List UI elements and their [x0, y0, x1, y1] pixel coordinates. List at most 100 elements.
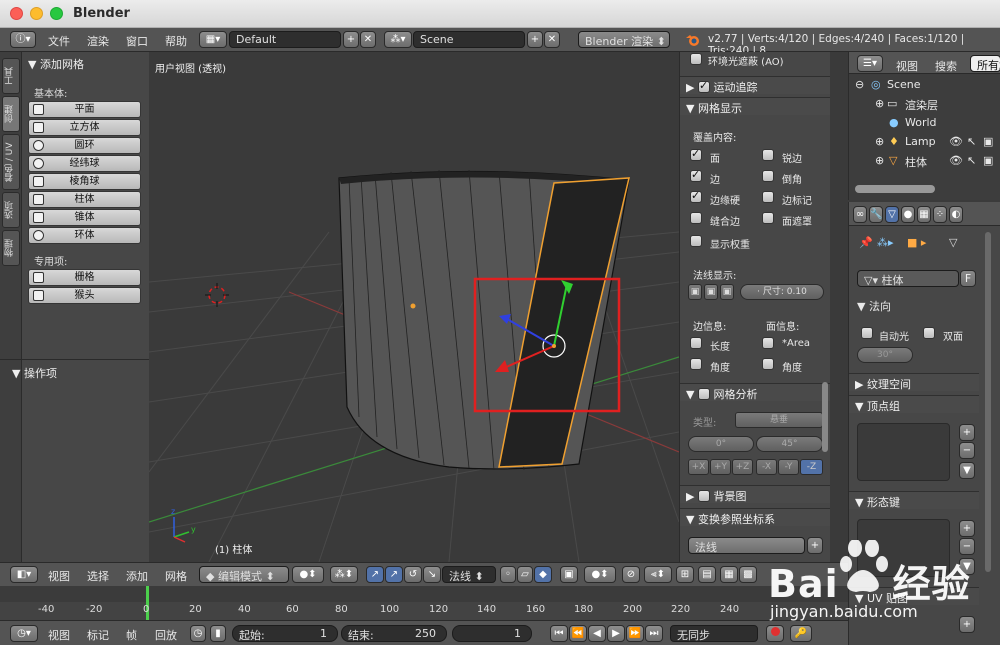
- face-angle-checkbox[interactable]: [762, 358, 774, 370]
- time-stretch-icon[interactable]: ▮: [210, 625, 226, 642]
- texture-space-header[interactable]: ▶ 纹理空间: [849, 373, 979, 391]
- sync-mode-select[interactable]: 无同步: [670, 625, 758, 642]
- render-preview-icon[interactable]: ▤: [698, 566, 716, 583]
- mesh-datablock-field[interactable]: ▽▾ 柱体: [857, 270, 959, 287]
- mesh-analysis-header[interactable]: ▼ 网格分析: [680, 383, 831, 401]
- transform-orientation-select[interactable]: 法线 ⬍: [442, 566, 496, 583]
- axis-plus-z-button[interactable]: +Z: [732, 459, 753, 475]
- add-mesh-panel-header[interactable]: ▼ 添加网格: [22, 54, 149, 72]
- select-cursor-icon[interactable]: ↖: [967, 135, 976, 148]
- background-images-checkbox[interactable]: [697, 490, 710, 502]
- add-monkey-button[interactable]: 猴头: [28, 287, 141, 304]
- vertex-group-menu-icon[interactable]: ▼: [959, 462, 975, 479]
- mode-select[interactable]: ◆ 编辑模式 ⬍: [199, 566, 289, 583]
- opengl-anim-icon[interactable]: ▩: [739, 566, 757, 583]
- viewport-shading-icon[interactable]: ●⬍: [292, 566, 324, 583]
- vertex-normals-icon[interactable]: ▣: [688, 284, 702, 300]
- opengl-render-icon[interactable]: ▦: [720, 566, 738, 583]
- outliner-row-renderlayers[interactable]: ⊕ ▭ 渲染层: [849, 97, 1000, 116]
- outliner-menu-view[interactable]: 视图: [896, 58, 918, 74]
- add-cylinder-button[interactable]: 柱体: [28, 191, 141, 208]
- select-cursor-icon[interactable]: ↖: [967, 154, 976, 167]
- overlay-seams-checkbox[interactable]: [690, 212, 702, 224]
- remove-layout-icon[interactable]: ✕: [360, 31, 376, 48]
- add-uv-sphere-button[interactable]: 经纬球: [28, 155, 141, 172]
- transform-orientation-header[interactable]: ▼ 变换参照坐标系: [680, 508, 831, 526]
- fake-user-button[interactable]: F: [960, 270, 976, 287]
- tab-create[interactable]: 创建: [2, 96, 20, 132]
- outliner-row-world[interactable]: ● World: [849, 116, 1000, 135]
- auto-smooth-checkbox[interactable]: [861, 327, 873, 339]
- tl-menu-marker[interactable]: 标记: [87, 627, 109, 643]
- outliner-scrollbar[interactable]: [855, 185, 935, 193]
- outliner-filter-select[interactable]: 所有场: [970, 55, 1000, 72]
- translate-manipulator-icon[interactable]: ↗: [385, 566, 403, 583]
- menu-render[interactable]: 渲染: [87, 33, 109, 49]
- scene-icon[interactable]: ⁂▾: [384, 31, 412, 48]
- add-torus-button[interactable]: 环体: [28, 227, 141, 244]
- outliner-row-lamp[interactable]: ⊕ ♦ Lamp 👁 ↖ ▣: [849, 135, 1000, 154]
- mesh-display-header[interactable]: ▼ 网格显示: [680, 97, 831, 115]
- face-select-icon[interactable]: ◆: [534, 566, 552, 583]
- material-tab-icon[interactable]: ●: [901, 206, 915, 223]
- overlay-faces-checkbox[interactable]: [690, 147, 702, 161]
- jump-keyframe-forward-icon[interactable]: ⏩: [626, 625, 644, 642]
- properties-editor-scrollbar[interactable]: [985, 232, 991, 572]
- add-circle-button[interactable]: 圆环: [28, 137, 141, 154]
- physics-tab-icon[interactable]: ◐: [949, 206, 963, 223]
- scene-name-field[interactable]: Scene: [413, 31, 525, 48]
- add-ico-sphere-button[interactable]: 棱角球: [28, 173, 141, 190]
- edge-length-checkbox[interactable]: [690, 337, 702, 349]
- visibility-eye-icon[interactable]: 👁: [949, 154, 963, 167]
- outliner-menu-search[interactable]: 搜索: [935, 58, 957, 74]
- vertex-select-icon[interactable]: ◦: [500, 566, 516, 583]
- tab-physics[interactable]: 物理: [2, 230, 20, 266]
- jump-keyframe-back-icon[interactable]: ⏪: [569, 625, 587, 642]
- add-cube-button[interactable]: 立方体: [28, 119, 141, 136]
- remove-vertex-group-icon[interactable]: −: [959, 442, 975, 459]
- menu-window[interactable]: 窗口: [126, 33, 148, 49]
- axis-minus-z-button[interactable]: -Z: [800, 459, 823, 475]
- overlay-sharp-checkbox[interactable]: [762, 149, 774, 161]
- layout-icon[interactable]: ▦▾: [199, 31, 227, 48]
- pivot-point-icon[interactable]: ⁂⬍: [330, 566, 358, 583]
- jump-start-icon[interactable]: ⏮: [550, 625, 568, 642]
- render-camera-icon[interactable]: ▣: [983, 135, 993, 148]
- edge-select-icon[interactable]: ▱: [517, 566, 533, 583]
- motion-tracking-checkbox[interactable]: [697, 79, 710, 93]
- 3d-view-editor-icon[interactable]: ◧▾: [10, 566, 38, 583]
- angle-min-field[interactable]: 0°: [688, 436, 754, 452]
- minimize-window-button[interactable]: [30, 7, 43, 20]
- operator-panel-header[interactable]: ▼ 操作项: [6, 363, 149, 381]
- layout-name-field[interactable]: Default: [229, 31, 341, 48]
- add-layout-icon[interactable]: +: [343, 31, 359, 48]
- vertex-groups-header[interactable]: ▼ 顶点组: [849, 395, 979, 413]
- tab-shading-uv[interactable]: 着色 / UV: [2, 134, 20, 190]
- tl-menu-view[interactable]: 视图: [48, 627, 70, 643]
- edge-angle-checkbox[interactable]: [690, 358, 702, 370]
- overlay-bevel-checkbox[interactable]: [762, 170, 774, 182]
- modifiers-tab-icon[interactable]: 🔧: [869, 206, 883, 223]
- add-cone-button[interactable]: 锥体: [28, 209, 141, 226]
- add-scene-icon[interactable]: +: [527, 31, 543, 48]
- data-tab-icon[interactable]: ▽: [885, 206, 899, 223]
- face-normals-icon[interactable]: ▣: [720, 284, 734, 300]
- add-plane-button[interactable]: 平面: [28, 101, 141, 118]
- ao-checkbox[interactable]: [690, 53, 702, 65]
- tab-tools[interactable]: 工具: [2, 58, 20, 94]
- proportional-edit-icon[interactable]: ●⬍: [584, 566, 616, 583]
- outliner-editor-icon[interactable]: ☰▾: [857, 55, 883, 72]
- vertex-groups-list[interactable]: [857, 423, 950, 481]
- outliner-row-cylinder[interactable]: ⊕ ▽ 柱体 👁 ↖ ▣: [849, 154, 1000, 173]
- split-normals-icon[interactable]: ▣: [704, 284, 718, 300]
- start-frame-field[interactable]: 起始: 1: [232, 625, 338, 642]
- normal-size-field[interactable]: · 尺寸: 0.10: [740, 284, 824, 300]
- add-vertex-group-icon[interactable]: +: [959, 424, 975, 441]
- shape-keys-header[interactable]: ▼ 形态键: [849, 491, 979, 509]
- auto-smooth-angle-field[interactable]: 30°: [857, 347, 913, 363]
- visibility-eye-icon[interactable]: 👁: [949, 135, 963, 148]
- menu-file[interactable]: 文件: [48, 33, 70, 49]
- overlay-edges-checkbox[interactable]: [690, 168, 702, 182]
- texture-tab-icon[interactable]: ▦: [917, 206, 931, 223]
- tl-menu-playback[interactable]: 回放: [155, 627, 177, 643]
